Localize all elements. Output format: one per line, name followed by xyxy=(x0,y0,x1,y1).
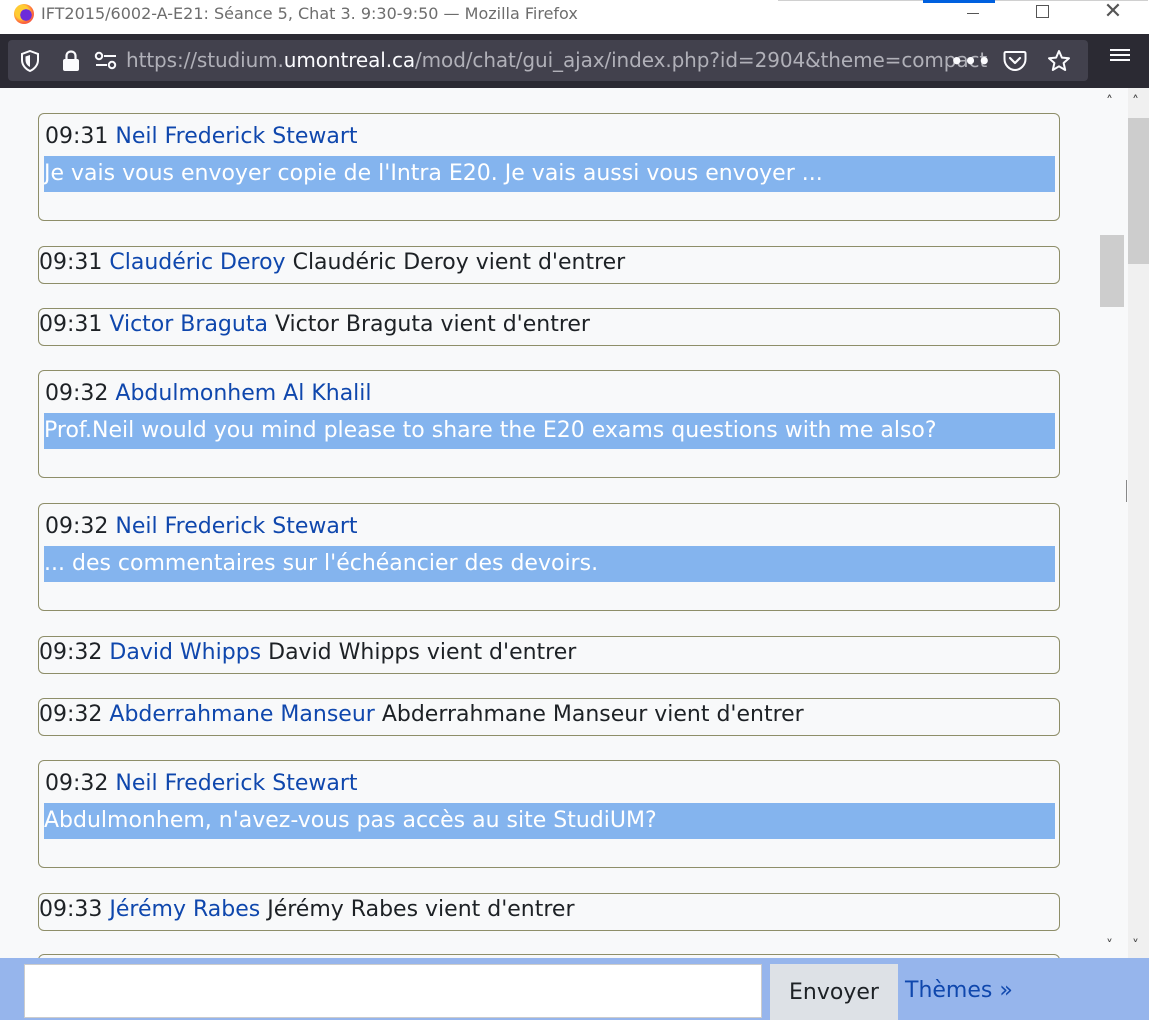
scrollbar-thumb[interactable] xyxy=(1100,235,1124,307)
message-author[interactable]: Neil Frederick Stewart xyxy=(115,124,357,149)
chat-message-input[interactable] xyxy=(24,964,762,1018)
scroll-up-arrow-icon[interactable]: ˄ xyxy=(1132,94,1139,110)
message-text: Abdulmonhem, n'avez-vous pas accès au si… xyxy=(44,803,1055,839)
message-text: Je vais vous envoyer copie de l'Intra E2… xyxy=(44,156,1055,192)
window-title: IFT2015/6002-A-E21: Séance 5, Chat 3. 9:… xyxy=(41,4,578,23)
send-button[interactable]: Envoyer xyxy=(770,964,898,1020)
message-text: Victor Braguta vient d'entrer xyxy=(274,312,590,337)
close-window-button[interactable]: ✕ xyxy=(1090,0,1136,30)
url-prefix: https://studium. xyxy=(126,48,284,72)
message-text: Claudéric Deroy vient d'entrer xyxy=(292,250,626,275)
chat-messages-area: 09:31 Neil Frederick Stewart Je vais vou… xyxy=(0,88,1149,958)
message-time: 09:32 xyxy=(45,514,109,539)
url-bar[interactable]: https://studium.umontreal.ca/mod/chat/gu… xyxy=(8,40,1088,81)
message-text: David Whipps vient d'entrer xyxy=(268,640,577,665)
message-author[interactable]: Abdulmonhem Al Khalil xyxy=(115,381,371,406)
chat-composer: Envoyer Thèmes » xyxy=(0,958,1149,1020)
message-time: 09:32 xyxy=(39,640,103,665)
message-author[interactable]: Jérémy Rabes xyxy=(109,897,260,922)
url-text[interactable]: https://studium.umontreal.ca/mod/chat/gu… xyxy=(126,40,987,81)
chat-system-message: 09:33 Jérémy Rabes Jérémy Rabes vient d'… xyxy=(38,893,1060,931)
chat-message: 09:31 Neil Frederick Stewart Je vais vou… xyxy=(38,113,1060,221)
chat-message: 09:32 Neil Frederick Stewart Abdulmonhem… xyxy=(38,760,1060,868)
firefox-logo-icon xyxy=(14,4,34,24)
minimize-button[interactable] xyxy=(950,0,996,30)
message-time: 09:32 xyxy=(45,381,109,406)
message-author[interactable]: Neil Frederick Stewart xyxy=(115,514,357,539)
url-domain: umontreal.ca xyxy=(283,48,416,72)
maximize-button[interactable] xyxy=(1020,0,1066,30)
themes-link[interactable]: Thèmes » xyxy=(905,978,1013,1003)
chat-scrollbar[interactable]: ˄ ˅ xyxy=(1100,88,1128,958)
pocket-icon[interactable] xyxy=(1000,40,1030,81)
scrollbar-thumb[interactable] xyxy=(1128,118,1149,264)
scroll-down-arrow-icon[interactable]: ˅ xyxy=(1106,938,1113,954)
more-icon[interactable]: ••• xyxy=(950,40,990,81)
message-text: ... des commentaires sur l'échéancier de… xyxy=(44,546,1055,582)
chat-system-message: 09:32 David Whipps David Whipps vient d'… xyxy=(38,636,1060,674)
url-path: /mod/chat/gui_ajax/index.php?id=2904&the… xyxy=(415,48,988,72)
message-time: 09:32 xyxy=(39,702,103,727)
chat-system-message: 09:31 Victor Braguta Victor Braguta vien… xyxy=(38,308,1060,346)
chat-system-message: 09:31 Claudéric Deroy Claudéric Deroy vi… xyxy=(38,246,1060,284)
browser-navbar: https://studium.umontreal.ca/mod/chat/gu… xyxy=(0,34,1149,88)
message-text: Abderrahmane Manseur vient d'entrer xyxy=(381,702,804,727)
message-time: 09:33 xyxy=(39,897,103,922)
message-time: 09:32 xyxy=(45,771,109,796)
message-time: 09:31 xyxy=(39,312,103,337)
chat-message: 09:32 Neil Frederick Stewart ... des com… xyxy=(38,503,1060,611)
message-author[interactable]: Claudéric Deroy xyxy=(109,250,285,275)
message-author[interactable]: Victor Braguta xyxy=(109,312,268,337)
message-time: 09:31 xyxy=(39,250,103,275)
hamburger-menu-icon[interactable] xyxy=(1108,46,1132,66)
message-text: Jérémy Rabes vient d'entrer xyxy=(267,897,575,922)
shield-icon[interactable] xyxy=(18,40,42,81)
message-author[interactable]: Abderrahmane Manseur xyxy=(109,702,374,727)
message-text: Prof.Neil would you mind please to share… xyxy=(44,413,1055,449)
message-author[interactable]: David Whipps xyxy=(109,640,261,665)
chat-message: 09:32 Abdulmonhem Al Khalil Prof.Neil wo… xyxy=(38,370,1060,478)
scroll-down-arrow-icon[interactable]: ˅ xyxy=(1132,938,1139,954)
permissions-icon[interactable] xyxy=(94,40,118,81)
scroll-up-arrow-icon[interactable]: ˄ xyxy=(1106,94,1113,110)
message-time: 09:31 xyxy=(45,124,109,149)
page-scrollbar[interactable]: ˄ ˅ xyxy=(1128,88,1149,958)
lock-icon[interactable] xyxy=(60,40,82,81)
message-author[interactable]: Neil Frederick Stewart xyxy=(115,771,357,796)
star-icon[interactable] xyxy=(1044,40,1074,81)
chat-system-message: 09:32 Abderrahmane Manseur Abderrahmane … xyxy=(38,698,1060,736)
window-titlebar: IFT2015/6002-A-E21: Séance 5, Chat 3. 9:… xyxy=(0,0,1149,34)
